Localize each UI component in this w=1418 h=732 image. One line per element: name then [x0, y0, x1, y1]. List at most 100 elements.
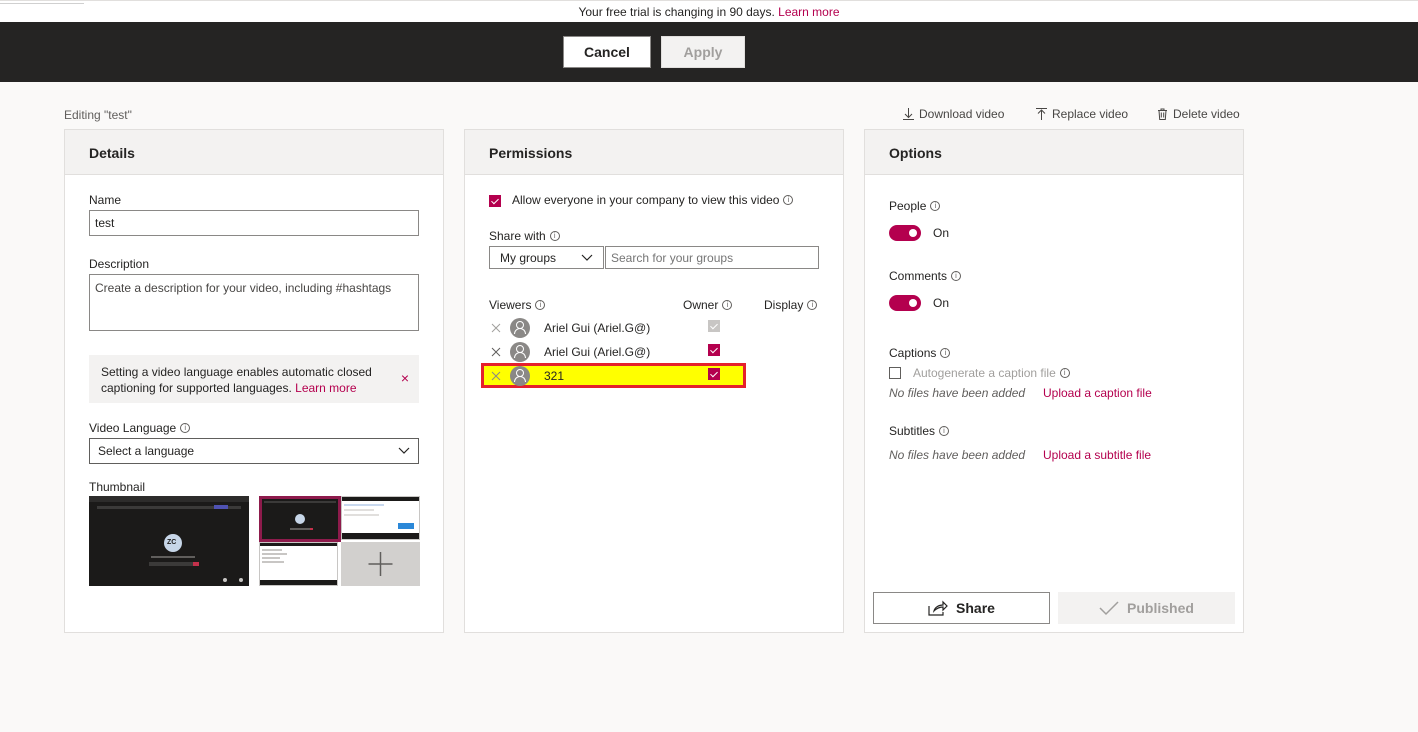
- comments-label-text: Comments: [889, 269, 948, 283]
- people-label-text: People: [889, 199, 927, 213]
- options-title: Options: [865, 130, 1243, 175]
- download-video-label: Download video: [919, 107, 1005, 121]
- info-icon[interactable]: i: [1059, 368, 1070, 378]
- captions-label-text: Captions: [889, 346, 937, 360]
- people-state: On: [933, 226, 950, 240]
- captions-label: Captions i: [889, 346, 951, 360]
- description-label: Description: [89, 257, 149, 271]
- permissions-title: Permissions: [465, 130, 843, 175]
- comments-label: Comments i: [889, 269, 962, 283]
- display-header-text: Display: [764, 298, 804, 312]
- upload-caption-link[interactable]: Upload a caption file: [1043, 386, 1152, 400]
- owner-checkbox[interactable]: [708, 320, 720, 332]
- share-with-dropdown[interactable]: My groups: [489, 246, 604, 269]
- name-label-text: Name: [89, 193, 122, 207]
- cancel-button[interactable]: Cancel: [563, 36, 651, 68]
- thumbnail-option[interactable]: [341, 496, 420, 540]
- plus-icon: [368, 552, 393, 576]
- autogenerate-checkbox[interactable]: [889, 367, 901, 379]
- group-search-input[interactable]: [605, 246, 819, 269]
- owner-header-text: Owner: [683, 298, 719, 312]
- thumbnail-image: [260, 543, 337, 585]
- published-button[interactable]: Published: [1058, 592, 1235, 624]
- trial-banner-text: Your free trial is changing in 90 days.: [578, 5, 775, 19]
- info-icon[interactable]: i: [951, 271, 962, 281]
- avatar: [510, 366, 530, 386]
- thumbnail-option-selected[interactable]: [259, 496, 341, 542]
- share-with-label: Share with i: [489, 229, 560, 243]
- people-label: People i: [889, 199, 941, 213]
- thumbnail-option[interactable]: [259, 542, 338, 586]
- viewer-name: 321: [544, 369, 565, 383]
- info-icon[interactable]: i: [549, 231, 560, 241]
- details-title: Details: [65, 130, 443, 175]
- apply-button[interactable]: Apply: [661, 36, 745, 68]
- avatar: [510, 318, 530, 338]
- chevron-down-icon: [581, 254, 593, 261]
- name-input[interactable]: [89, 210, 419, 236]
- chevron-down-icon: [398, 447, 410, 454]
- info-icon[interactable]: i: [807, 300, 818, 310]
- description-input[interactable]: Create a description for your video, inc…: [89, 274, 419, 331]
- trial-learn-more-link[interactable]: Learn more: [778, 5, 839, 19]
- remove-viewer-icon[interactable]: [491, 371, 501, 381]
- subtitles-label: Subtitles i: [889, 424, 950, 438]
- autogenerate-label: Autogenerate a caption file i: [913, 366, 1070, 380]
- trash-icon: [1158, 108, 1167, 120]
- description-label-text: Description: [89, 257, 150, 271]
- info-icon[interactable]: i: [940, 348, 951, 358]
- captions-empty-text: No files have been added: [889, 386, 1026, 400]
- comments-state: On: [933, 296, 950, 310]
- subtitles-empty-text: No files have been added: [889, 448, 1026, 462]
- display-column-header: Display i: [764, 298, 818, 312]
- replace-video-button[interactable]: Replace video: [1036, 107, 1128, 121]
- upload-subtitle-link[interactable]: Upload a subtitle file: [1043, 448, 1151, 462]
- remove-viewer-icon[interactable]: [491, 323, 501, 333]
- share-icon: [928, 600, 948, 616]
- owner-checkbox[interactable]: [708, 368, 720, 380]
- subtitles-label-text: Subtitles: [889, 424, 936, 438]
- thumbnail-image: [262, 499, 338, 539]
- delete-video-label: Delete video: [1173, 107, 1240, 121]
- trial-banner: Your free trial is changing in 90 days. …: [0, 0, 1418, 22]
- share-with-text: Share with: [489, 229, 546, 243]
- replace-video-label: Replace video: [1052, 107, 1129, 121]
- video-language-label: Video Language i: [89, 421, 191, 435]
- download-icon: [903, 108, 914, 120]
- viewer-name: Ariel Gui (Ariel.G@): [544, 321, 651, 335]
- banner-learn-more-link[interactable]: Learn more: [295, 381, 356, 395]
- dismiss-banner-icon[interactable]: ×: [401, 370, 409, 386]
- video-language-value: Select a language: [98, 444, 195, 458]
- allow-everyone-checkbox[interactable]: [489, 195, 501, 207]
- editing-label: Editing "test": [64, 108, 132, 122]
- remove-viewer-icon[interactable]: [491, 347, 501, 357]
- allow-everyone-text: Allow everyone in your company to view t…: [512, 193, 780, 207]
- info-icon[interactable]: i: [783, 195, 794, 205]
- comments-toggle[interactable]: [889, 295, 921, 311]
- people-toggle[interactable]: [889, 225, 921, 241]
- owner-checkbox[interactable]: [708, 344, 720, 356]
- video-language-dropdown[interactable]: Select a language: [89, 438, 419, 464]
- share-button[interactable]: Share: [873, 592, 1050, 624]
- thumbnail-image: [342, 497, 419, 539]
- published-label: Published: [1127, 600, 1194, 616]
- video-language-label-text: Video Language: [89, 421, 177, 435]
- info-icon[interactable]: i: [180, 423, 191, 433]
- action-bar: Cancel Apply: [0, 22, 1418, 82]
- thumbnail-label-text: Thumbnail: [89, 480, 146, 494]
- info-icon[interactable]: i: [722, 300, 733, 310]
- info-icon[interactable]: i: [930, 201, 941, 211]
- owner-column-header: Owner i: [683, 298, 733, 312]
- upload-icon: [1036, 108, 1047, 120]
- info-icon[interactable]: i: [939, 426, 950, 436]
- share-label: Share: [956, 600, 995, 616]
- add-thumbnail-button[interactable]: [341, 542, 420, 586]
- thumbnail-label: Thumbnail: [89, 480, 145, 494]
- options-panel: Options People i On Comments i On Captio…: [864, 129, 1244, 633]
- download-video-button[interactable]: Download video: [903, 107, 1004, 121]
- delete-video-button[interactable]: Delete video: [1157, 107, 1240, 121]
- share-with-value: My groups: [500, 250, 557, 265]
- avatar: [510, 342, 530, 362]
- info-icon[interactable]: i: [535, 300, 546, 310]
- tab-stub: [0, 1, 84, 4]
